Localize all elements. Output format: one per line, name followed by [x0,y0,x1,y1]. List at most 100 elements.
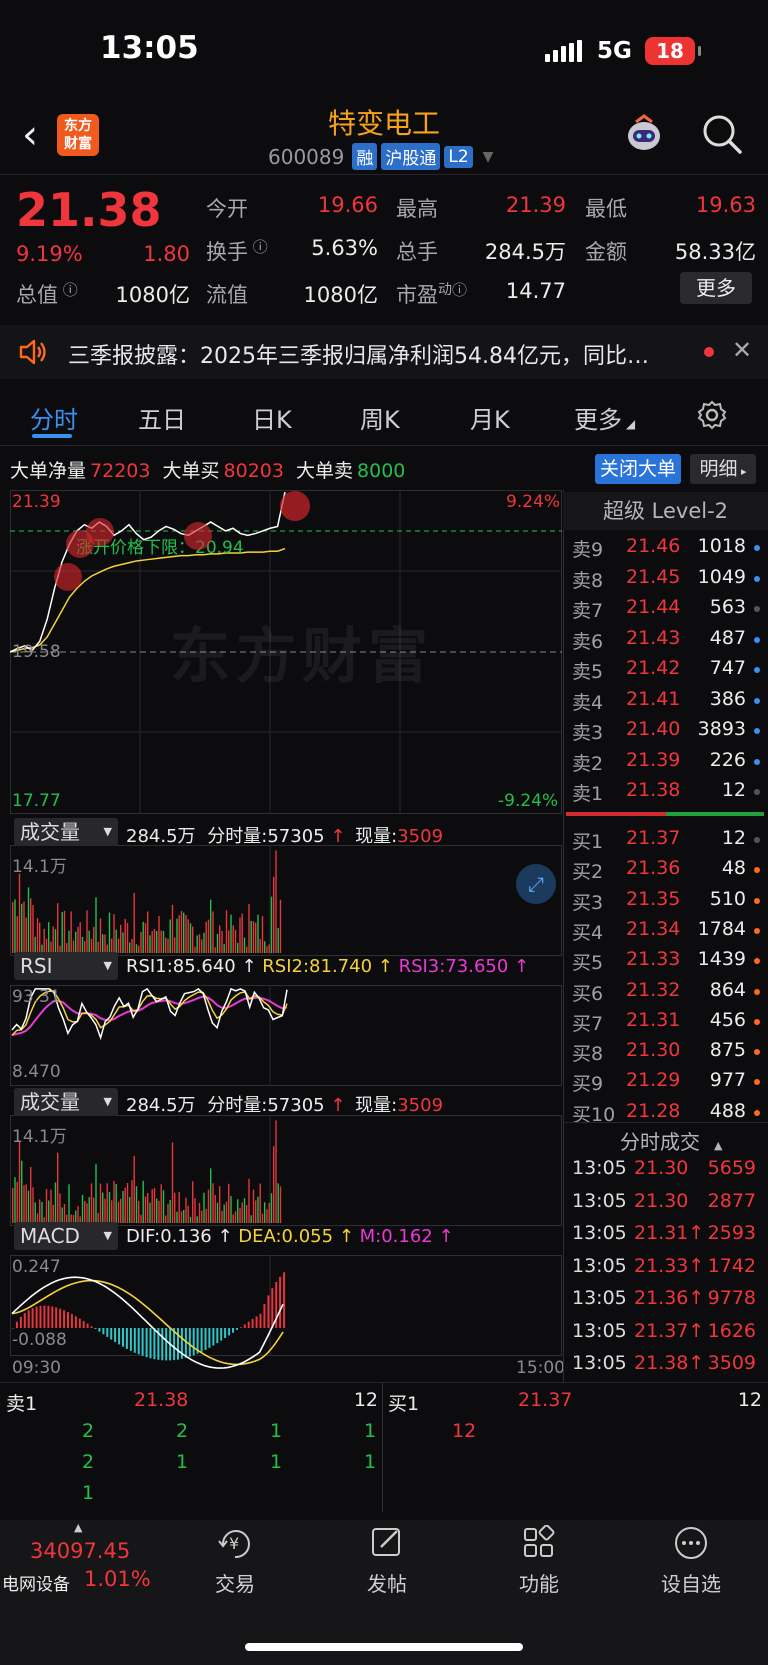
marker-dot[interactable] [54,563,82,591]
bid-level-price[interactable]: 21.35 [626,888,680,910]
indicator-select-volume[interactable]: 成交量 ▼ [14,818,118,846]
ask-level-price[interactable]: 21.45 [626,566,680,588]
bid-level-price[interactable]: 21.33 [626,948,680,970]
ask-level-label: 卖6 [572,630,604,653]
bid-level-volume: 875 [709,1039,746,1062]
caret-up-icon: ▲ [74,1521,83,1534]
notice-text[interactable]: 三季报披露：2025年三季报归属净利润54.84亿元，同比… [68,338,649,370]
bid-level-price[interactable]: 21.28 [626,1100,680,1122]
marker-dot[interactable] [280,491,310,521]
bid-level-price[interactable]: 21.37 [626,827,680,849]
close-big-order-button[interactable]: 关闭大单 [595,454,681,484]
volume-bar [234,929,237,953]
macd-bar [78,1318,81,1328]
nav-post-label: 发帖 [367,1572,407,1596]
volume-bar [201,939,203,953]
nav-watchlist[interactable]: 设自选 [616,1525,766,1597]
macd-bar [31,1308,34,1328]
macd-bar [110,1328,113,1340]
sector-index-pct[interactable]: 1.01% [84,1567,151,1591]
volume-bar [241,1202,243,1223]
stock-code: 600089 [268,144,345,169]
volume-bar [81,937,84,953]
info-icon: ⓘ [58,281,78,299]
orderbook-title[interactable]: 超级 Level-2 [563,492,768,530]
tab-daily[interactable]: 日K [252,400,292,435]
grid-icon [524,1524,555,1557]
ask-level-price[interactable]: 21.42 [626,657,680,679]
ask-level-price[interactable]: 21.44 [626,596,680,618]
time-end-label: 15:00 [516,1358,565,1378]
macd-bar [271,1288,274,1328]
network-type: 5G [597,38,632,64]
indicator-select-volume-2[interactable]: 成交量 ▼ [14,1088,118,1116]
indicator-select-macd[interactable]: MACD ▼ [14,1222,118,1250]
macd-bar [118,1328,121,1345]
settings-gear-icon[interactable] [697,400,727,430]
battery-icon: 18 [645,37,701,65]
ask-level-price[interactable]: 21.39 [626,749,680,771]
volume-bar [12,902,14,953]
bid-level-price[interactable]: 21.31 [626,1009,680,1031]
bid-level-label: 买2 [572,861,604,884]
volume-bar [225,910,228,953]
volume-bar [198,1202,201,1223]
detail-button[interactable]: 明细 ▸ [690,454,756,484]
bid-level-price[interactable]: 21.30 [626,1039,680,1061]
amount-value: 58.33亿 [674,240,756,264]
tab-intraday[interactable]: 分时 [30,400,78,435]
volume-bar [252,921,255,953]
volume-bar [52,1204,54,1223]
volume-bar [39,922,41,953]
ask-level-price[interactable]: 21.46 [626,535,680,557]
bid-level-price[interactable]: 21.29 [626,1069,680,1091]
search-icon[interactable] [700,112,744,156]
tick-volume: 3509 [707,1352,756,1374]
tab-monthly[interactable]: 月K [470,400,510,435]
volume-bar [212,911,214,953]
volume-bar [239,917,241,953]
edit-icon [372,1528,400,1556]
sector-index-name[interactable]: 电网设备 [2,1570,70,1595]
indicator-select-rsi[interactable]: RSI ▼ [14,952,118,980]
volume-bar [252,1189,255,1223]
ask-level-price[interactable]: 21.38 [626,779,680,801]
expand-icon[interactable]: ⤢ [516,864,556,904]
macd-bar [15,1321,18,1328]
marker-dot[interactable] [184,522,212,550]
volume-bar [277,1183,279,1223]
nav-functions[interactable]: 功能 [464,1524,614,1597]
volume-bar [221,930,223,953]
tick-volume: 5659 [707,1157,756,1179]
robot-assistant-icon[interactable] [622,112,666,154]
ticks-title[interactable]: 分时成交 ▲ [620,1126,722,1155]
macd-bar [149,1328,152,1359]
tab-weekly[interactable]: 周K [360,400,400,435]
macd-bar [165,1328,168,1361]
sector-index-value[interactable]: 34097.45 [30,1539,130,1563]
ask-level-label: 卖9 [572,539,604,561]
volume-bar [232,925,234,953]
more-button[interactable]: 更多 [680,272,752,304]
tick-price: 21.37↑ [634,1319,705,1342]
volume-bar [57,903,59,953]
tab-five-day[interactable]: 五日 [138,400,186,435]
bid-level-price[interactable]: 21.32 [626,979,680,1001]
volume-bar [176,918,178,953]
close-icon[interactable]: ✕ [732,336,752,364]
stock-code-row[interactable]: 600089 融 沪股通 L2 ▼ [268,143,493,170]
marker-dot[interactable] [86,518,114,546]
volume-bar [30,898,32,953]
ask-level-price[interactable]: 21.41 [626,688,680,710]
macd-bar [63,1310,66,1328]
nav-post[interactable]: 发帖 [312,1525,462,1597]
ask-level-price[interactable]: 21.40 [626,718,680,740]
chevron-down-icon: ▼ [103,1095,112,1108]
volume-bar [189,1216,192,1223]
bid-level-price[interactable]: 21.36 [626,857,680,879]
volume-bar [142,1180,144,1223]
bid-level-price[interactable]: 21.34 [626,918,680,940]
nav-trade[interactable]: ¥ 交易 [160,1525,310,1597]
ask-level-price[interactable]: 21.43 [626,627,680,649]
tab-more[interactable]: 更多 ◢ [574,400,635,435]
